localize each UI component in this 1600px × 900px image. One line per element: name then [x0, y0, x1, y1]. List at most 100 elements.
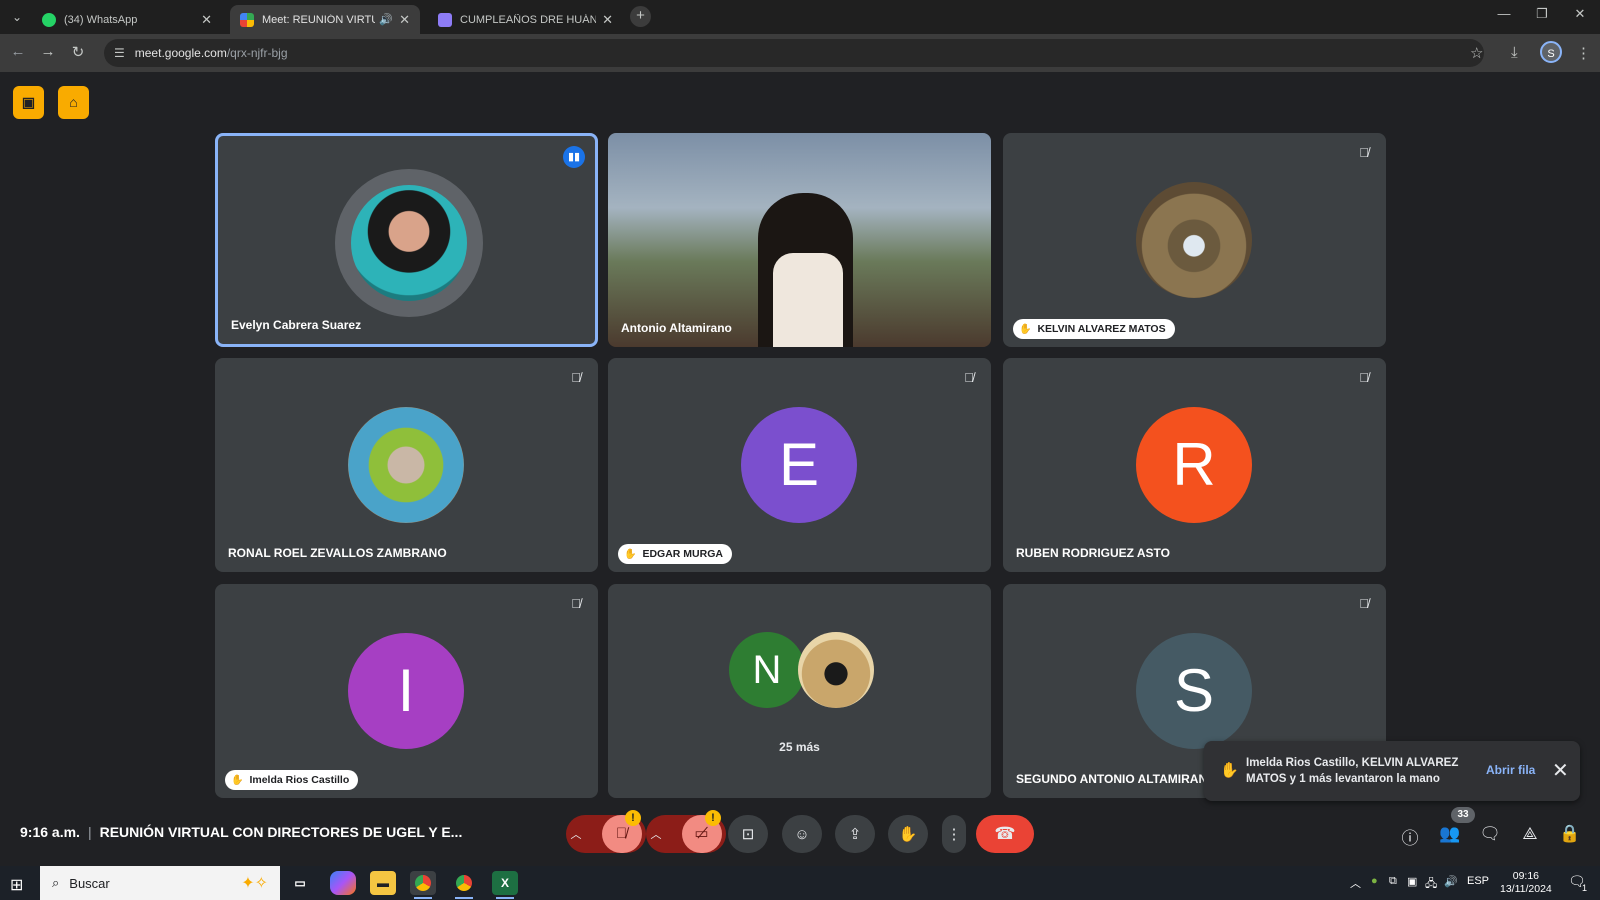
search-placeholder: Buscar: [69, 875, 110, 891]
excel-icon[interactable]: X: [492, 871, 518, 899]
recording-off-icon[interactable]: ▣: [13, 86, 44, 119]
captions-icon: ⊡: [741, 826, 755, 843]
participant-name: RUBEN RODRIGUEZ ASTO: [1016, 546, 1171, 560]
mic-off-icon: 🎙̸: [1359, 145, 1369, 160]
more-participants-label: 25 más: [779, 740, 820, 754]
present-icon: ⇪: [848, 826, 862, 843]
site-settings-icon[interactable]: ☰: [114, 46, 125, 60]
warning-icon: !: [625, 810, 641, 826]
participant-tile[interactable]: E 🎙̸ ✋ EDGAR MURGA: [608, 358, 991, 572]
info-icon[interactable]: ⓘ: [1398, 824, 1422, 849]
participant-tile[interactable]: 🎙̸ RONAL ROEL ZEVALLOS ZAMBRANO: [215, 358, 598, 572]
search-icon: ⌕: [52, 875, 60, 890]
people-icon[interactable]: 👥: [1438, 824, 1462, 844]
network-icon[interactable]: 🖧: [1425, 875, 1437, 894]
browser-toolbar: ← → ↻ ☰ meet.google.com/qrx-njfr-bjg ☆ ⤓…: [0, 34, 1600, 72]
tab-title: (34) WhatsApp: [64, 13, 138, 26]
leave-call-button[interactable]: ☎: [976, 815, 1034, 853]
participant-tile[interactable]: Antonio Altamirano: [608, 133, 991, 347]
participant-name: Evelyn Cabrera Suarez: [231, 318, 362, 332]
file-explorer-icon[interactable]: ▬: [370, 871, 396, 895]
tab-meet[interactable]: Meet: REUNIÓN VIRTUAL C 🔊 ✕: [230, 5, 420, 34]
restore-icon[interactable]: ❐: [1528, 6, 1556, 22]
profile-avatar[interactable]: S: [1540, 41, 1562, 63]
window-close-icon[interactable]: ✕: [1566, 6, 1594, 22]
video-shirt: [773, 253, 843, 347]
avatar: R: [1136, 407, 1252, 523]
hand-icon: ✋: [1019, 323, 1032, 335]
meeting-title: REUNIÓN VIRTUAL CON DIRECTORES DE UGEL Y…: [99, 824, 463, 840]
forms-icon: [438, 12, 452, 27]
avatar: [798, 632, 874, 708]
close-icon[interactable]: ✕: [1552, 758, 1569, 783]
raise-hand-button[interactable]: ✋: [888, 815, 928, 853]
camera-tray-icon[interactable]: ⧉: [1389, 875, 1397, 888]
participant-tile[interactable]: R 🎙̸ RUBEN RODRIGUEZ ASTO: [1003, 358, 1386, 572]
meeting-time: 9:16 a.m.: [20, 824, 80, 840]
menu-icon[interactable]: ⋮: [1576, 44, 1591, 62]
notification-count: 1: [1582, 883, 1588, 893]
building-icon[interactable]: ⌂: [58, 86, 89, 119]
participant-name: Imelda Rios Castillo: [249, 774, 350, 786]
participant-tile[interactable]: ▮▮ Evelyn Cabrera Suarez: [215, 133, 598, 347]
star-icon[interactable]: ☆: [1470, 44, 1483, 62]
close-icon[interactable]: ✕: [602, 12, 613, 28]
download-icon[interactable]: ⤓: [1511, 44, 1518, 61]
new-tab-button[interactable]: +: [630, 6, 651, 27]
host-controls-icon[interactable]: 🔒: [1558, 824, 1582, 844]
avatar: [351, 185, 467, 301]
captions-button[interactable]: ⊡: [728, 815, 768, 853]
tab-whatsapp[interactable]: (34) WhatsApp ✕: [32, 5, 222, 34]
more-participants-tile[interactable]: N 25 más: [608, 584, 991, 798]
more-options-button[interactable]: ⋮: [942, 815, 966, 853]
tab-cumpleanos[interactable]: CUMPLEAÑOS DRE HUÁNUCO ✕: [428, 5, 623, 34]
present-button[interactable]: ⇪: [835, 815, 875, 853]
participant-name: KELVIN ALVAREZ MATOS: [1037, 323, 1166, 335]
divider: |: [87, 824, 92, 840]
chat-icon[interactable]: 🗨: [1478, 824, 1502, 844]
minimize-icon[interactable]: —: [1490, 6, 1518, 21]
close-icon[interactable]: ✕: [399, 12, 410, 28]
participant-tile[interactable]: I 🎙̸ ✋ Imelda Rios Castillo: [215, 584, 598, 798]
back-icon[interactable]: ←: [8, 43, 28, 60]
taskbar-search[interactable]: ⌕ Buscar ✦✧: [40, 866, 280, 900]
speaker-icon[interactable]: 🔊: [379, 13, 393, 26]
reactions-button[interactable]: ☺: [782, 815, 822, 853]
open-queue-button[interactable]: Abrir fila: [1486, 763, 1535, 777]
windows-start-icon[interactable]: ⊞: [10, 875, 23, 895]
participant-tile[interactable]: 🎙̸ ✋ KELVIN ALVAREZ MATOS: [1003, 133, 1386, 347]
activities-icon[interactable]: ⟁: [1518, 824, 1542, 844]
system-clock[interactable]: 09:16 13/11/2024: [1500, 870, 1552, 896]
warning-icon: !: [705, 810, 721, 826]
mic-off-icon: 🎙̸: [571, 370, 581, 385]
avatar: [1136, 182, 1252, 298]
forward-icon[interactable]: →: [38, 43, 58, 60]
language-indicator[interactable]: ESP: [1467, 875, 1489, 887]
participant-name: EDGAR MURGA: [642, 548, 723, 560]
end-call-icon: ☎: [994, 824, 1016, 843]
volume-icon[interactable]: 🔊: [1444, 875, 1458, 888]
chrome-profile-icon[interactable]: [451, 871, 477, 899]
mic-off-icon: 🎙̸: [1359, 370, 1369, 385]
chevron-up-icon[interactable]: ︿: [1350, 875, 1361, 891]
copilot-icon[interactable]: [330, 871, 356, 895]
tab-search-icon[interactable]: ⌄: [6, 6, 28, 28]
address-bar[interactable]: ☰ meet.google.com/qrx-njfr-bjg: [104, 39, 1484, 67]
url-path: /qrx-njfr-bjg: [226, 46, 288, 60]
avatar: S: [1136, 633, 1252, 749]
tray-app-icon[interactable]: ▣: [1407, 875, 1417, 888]
reload-icon[interactable]: ↻: [68, 43, 88, 61]
clock-date: 13/11/2024: [1500, 883, 1552, 895]
participant-name: RONAL ROEL ZEVALLOS ZAMBRANO: [228, 546, 447, 560]
tray-app-icon[interactable]: ●: [1371, 875, 1378, 887]
meet-icon: [240, 12, 254, 27]
chevron-up-icon[interactable]: ︿: [651, 826, 662, 842]
mic-off-icon: 🎙̸: [1359, 596, 1369, 611]
tab-title: CUMPLEAÑOS DRE HUÁNUCO: [460, 13, 597, 26]
task-view-icon[interactable]: ▭: [287, 871, 313, 895]
close-icon[interactable]: ✕: [201, 12, 212, 28]
hand-icon: ✋: [624, 548, 637, 560]
mic-off-icon: 🎙̸: [964, 370, 974, 385]
chevron-up-icon[interactable]: ︿: [571, 826, 582, 842]
chrome-icon[interactable]: [410, 871, 436, 899]
